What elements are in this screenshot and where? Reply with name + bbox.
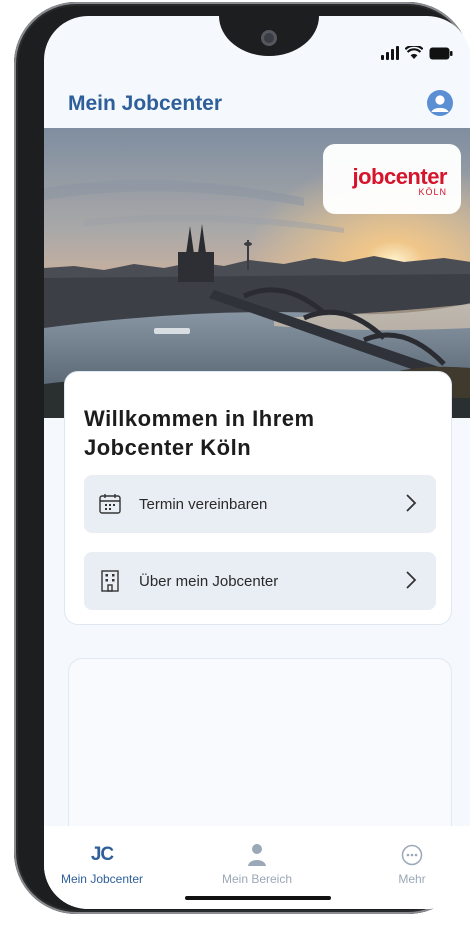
wifi-icon — [405, 46, 423, 59]
appointment-label: Termin vereinbaren — [139, 496, 268, 513]
phone-screen: Mein Jobcenter jobcenter KÖLN Willkommen… — [44, 16, 470, 909]
page-title: Mein Jobcenter — [68, 92, 223, 115]
user-avatar-icon — [431, 95, 449, 112]
notch — [219, 16, 319, 56]
nav-item-mein-jobcenter[interactable]: JC Mein Jobcenter — [47, 842, 157, 886]
profile-button[interactable] — [427, 90, 453, 116]
chevron-right-icon — [406, 494, 417, 512]
nav-label: Mehr — [398, 872, 426, 886]
nav-item-mehr[interactable]: Mehr — [357, 842, 467, 886]
more-icon — [401, 844, 423, 866]
nav-label: Mein Jobcenter — [60, 872, 144, 886]
phone-frame: Mein Jobcenter jobcenter KÖLN Willkommen… — [14, 2, 470, 914]
status-bar — [381, 46, 453, 60]
appointment-button[interactable]: Termin vereinbaren — [84, 475, 436, 533]
building-icon — [101, 570, 119, 592]
person-icon — [248, 844, 266, 866]
calendar-icon — [99, 494, 121, 514]
logo-city: KÖLN — [418, 187, 447, 197]
welcome-title: Willkommen in Ihrem Jobcenter Köln — [84, 406, 315, 460]
signal-icon — [381, 46, 399, 60]
jc-logo-icon: JC — [90, 844, 114, 865]
welcome-card: Willkommen in Ihrem Jobcenter Köln Termi… — [64, 371, 452, 625]
front-camera — [261, 30, 277, 46]
battery-icon — [429, 47, 453, 60]
about-jobcenter-button[interactable]: Über mein Jobcenter — [84, 552, 436, 610]
home-indicator[interactable] — [185, 896, 331, 900]
app-header: Mein Jobcenter — [44, 86, 470, 128]
jobcenter-logo: jobcenter KÖLN — [323, 144, 461, 214]
chevron-right-icon — [406, 571, 417, 589]
about-jobcenter-label: Über mein Jobcenter — [139, 573, 279, 590]
nav-item-mein-bereich[interactable]: Mein Bereich — [202, 842, 312, 886]
nav-label: Mein Bereich — [221, 872, 293, 886]
